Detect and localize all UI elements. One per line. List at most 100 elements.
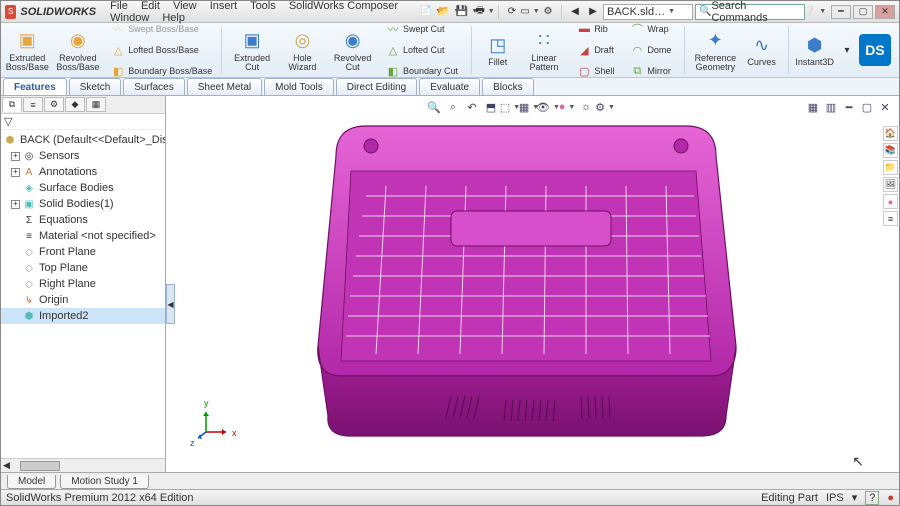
swept-boss-button[interactable]: 〰Swept Boss/Base: [106, 19, 213, 39]
window-tile-icon[interactable]: ▦: [805, 99, 821, 115]
tab-features[interactable]: Features: [3, 78, 67, 95]
close-button[interactable]: ✕: [875, 5, 895, 19]
lofted-boss-button[interactable]: △Lofted Boss/Base: [106, 40, 213, 60]
doc-max-icon[interactable]: ▢: [859, 99, 875, 115]
zoom-area-icon[interactable]: ⌕: [445, 99, 461, 115]
rib-button[interactable]: ▬Rib: [572, 19, 619, 39]
open-doc-icon[interactable]: 📂▼: [441, 4, 457, 20]
tree-item-origin[interactable]: ↳Origin: [1, 292, 165, 308]
new-doc-icon[interactable]: 📄▼: [423, 4, 439, 20]
revolved-boss-button[interactable]: ◉Revolved Boss/Base: [56, 26, 101, 75]
print-icon[interactable]: 🖶▼: [477, 4, 493, 20]
taskpane-view-palette-icon[interactable]: 🖼: [883, 177, 898, 192]
taskpane-resources-icon[interactable]: 🏠: [883, 126, 898, 141]
tree-item-annotations[interactable]: +AAnnotations: [1, 164, 165, 180]
tree-item-surface-bodies[interactable]: ◈Surface Bodies: [1, 180, 165, 196]
menu-composer[interactable]: SolidWorks Composer: [289, 0, 398, 12]
filter-icon[interactable]: ▽: [4, 115, 12, 128]
menu-insert[interactable]: Insert: [210, 0, 238, 12]
revolved-cut-button[interactable]: ◉Revolved Cut: [330, 26, 375, 75]
tab-direct-editing[interactable]: Direct Editing: [336, 78, 417, 95]
swept-cut-button[interactable]: 〰Swept Cut: [381, 19, 463, 39]
panel-collapse-handle[interactable]: ◀: [166, 284, 175, 324]
extruded-boss-button[interactable]: ▣Extruded Boss/Base: [5, 26, 50, 75]
doc-min-icon[interactable]: ━: [841, 99, 857, 115]
shell-button[interactable]: ▢Shell: [572, 61, 619, 81]
tree-item-solid-bodies[interactable]: +▣Solid Bodies(1): [1, 196, 165, 212]
tree-root[interactable]: ⬢BACK (Default<<Default>_Displa: [1, 132, 165, 148]
rebuild-icon[interactable]: ⟳: [504, 4, 520, 20]
sidebar-hscroll[interactable]: ◀: [1, 458, 165, 472]
graphics-viewport[interactable]: 🔍 ⌕ ↶ ⬒ ⬚▼ ▦▼ 👁▼ ●▼ ☼ ⚙▼ ▦ ▥ ━ ▢ ✕ ◀: [166, 96, 899, 472]
expand-icon[interactable]: +: [11, 152, 20, 161]
view-triad[interactable]: [196, 406, 232, 442]
menu-edit[interactable]: Edit: [141, 0, 160, 12]
linear-pattern-button[interactable]: ∷Linear Pattern: [522, 26, 567, 75]
bottom-tab-model[interactable]: Model: [7, 475, 56, 489]
tab-sheet-metal[interactable]: Sheet Metal: [187, 78, 262, 95]
manager-tab-dim[interactable]: ◆: [65, 97, 85, 112]
options-icon[interactable]: ⚙: [540, 4, 556, 20]
manager-tab-config[interactable]: ⚙: [44, 97, 64, 112]
manager-tab-feature-tree[interactable]: ⧉: [2, 97, 22, 112]
bottom-tab-motion[interactable]: Motion Study 1: [60, 475, 149, 489]
scene-icon[interactable]: ☼: [578, 99, 594, 115]
lofted-cut-button[interactable]: △Lofted Cut: [381, 40, 463, 60]
tree-item-material[interactable]: ≡Material <not specified>: [1, 228, 165, 244]
section-view-icon[interactable]: ⬒: [483, 99, 499, 115]
view-settings-icon[interactable]: ⚙▼: [597, 99, 613, 115]
view-orient-icon[interactable]: ⬚▼: [502, 99, 518, 115]
document-combo[interactable]: BACK.sld…▼: [603, 4, 693, 20]
appearance-icon[interactable]: ●▼: [559, 99, 575, 115]
tree-item-right-plane[interactable]: ◇Right Plane: [1, 276, 165, 292]
doc-close-icon[interactable]: ✕: [877, 99, 893, 115]
mirror-button[interactable]: ⧉Mirror: [625, 61, 676, 81]
menu-file[interactable]: File: [110, 0, 128, 12]
expand-icon[interactable]: +: [11, 168, 20, 177]
manager-tab-display[interactable]: ▦: [86, 97, 106, 112]
manager-tab-property[interactable]: ≡: [23, 97, 43, 112]
tab-sketch[interactable]: Sketch: [69, 78, 122, 95]
taskpane-file-explorer-icon[interactable]: 📁: [883, 160, 898, 175]
status-dropdown-icon[interactable]: ▾: [852, 491, 858, 504]
nav-fwd-icon[interactable]: ▶: [585, 4, 601, 20]
select-icon[interactable]: ▭▼: [522, 4, 538, 20]
status-help-icon[interactable]: ?: [865, 491, 879, 505]
nav-back-icon[interactable]: ◀: [567, 4, 583, 20]
status-units[interactable]: IPS: [826, 492, 844, 504]
help-icon[interactable]: ❔▼: [807, 4, 823, 20]
menu-view[interactable]: View: [173, 0, 197, 12]
taskpane-design-lib-icon[interactable]: 📚: [883, 143, 898, 158]
save-icon[interactable]: 💾▼: [459, 4, 475, 20]
expand-icon[interactable]: +: [11, 200, 20, 209]
instant3d-button[interactable]: ⬢Instant3D: [796, 30, 833, 70]
tab-blocks[interactable]: Blocks: [482, 78, 533, 95]
tree-item-equations[interactable]: ΣEquations: [1, 212, 165, 228]
fillet-button[interactable]: ◳Fillet: [480, 30, 516, 70]
maximize-button[interactable]: ▢: [853, 5, 873, 19]
wrap-button[interactable]: ⌒Wrap: [625, 19, 676, 39]
tree-item-imported[interactable]: ⬢Imported2: [1, 308, 165, 324]
prev-view-icon[interactable]: ↶: [464, 99, 480, 115]
tree-item-sensors[interactable]: +◎Sensors: [1, 148, 165, 164]
tab-evaluate[interactable]: Evaluate: [419, 78, 480, 95]
status-record-icon[interactable]: ●: [887, 492, 894, 504]
reference-geometry-button[interactable]: ✦Reference Geometry: [693, 26, 738, 75]
ribbon-collapse-icon[interactable]: ▾: [839, 42, 855, 58]
tab-surfaces[interactable]: Surfaces: [123, 78, 184, 95]
tab-mold-tools[interactable]: Mold Tools: [264, 78, 334, 95]
tree-item-front-plane[interactable]: ◇Front Plane: [1, 244, 165, 260]
display-style-icon[interactable]: ▦▼: [521, 99, 537, 115]
search-input[interactable]: 🔍 Search Commands: [695, 4, 805, 20]
minimize-button[interactable]: ━: [831, 5, 851, 19]
taskpane-appearances-icon[interactable]: ●: [883, 194, 898, 209]
curves-button[interactable]: ∿Curves: [744, 30, 780, 70]
extruded-cut-button[interactable]: ▣Extruded Cut: [230, 26, 275, 75]
hide-show-icon[interactable]: 👁▼: [540, 99, 556, 115]
zoom-fit-icon[interactable]: 🔍: [426, 99, 442, 115]
menu-tools[interactable]: Tools: [250, 0, 276, 12]
taskpane-custom-props-icon[interactable]: ≡: [883, 211, 898, 226]
window-split-icon[interactable]: ▥: [823, 99, 839, 115]
draft-button[interactable]: ◢Draft: [572, 40, 619, 60]
hole-wizard-button[interactable]: ◎Hole Wizard: [280, 26, 324, 75]
